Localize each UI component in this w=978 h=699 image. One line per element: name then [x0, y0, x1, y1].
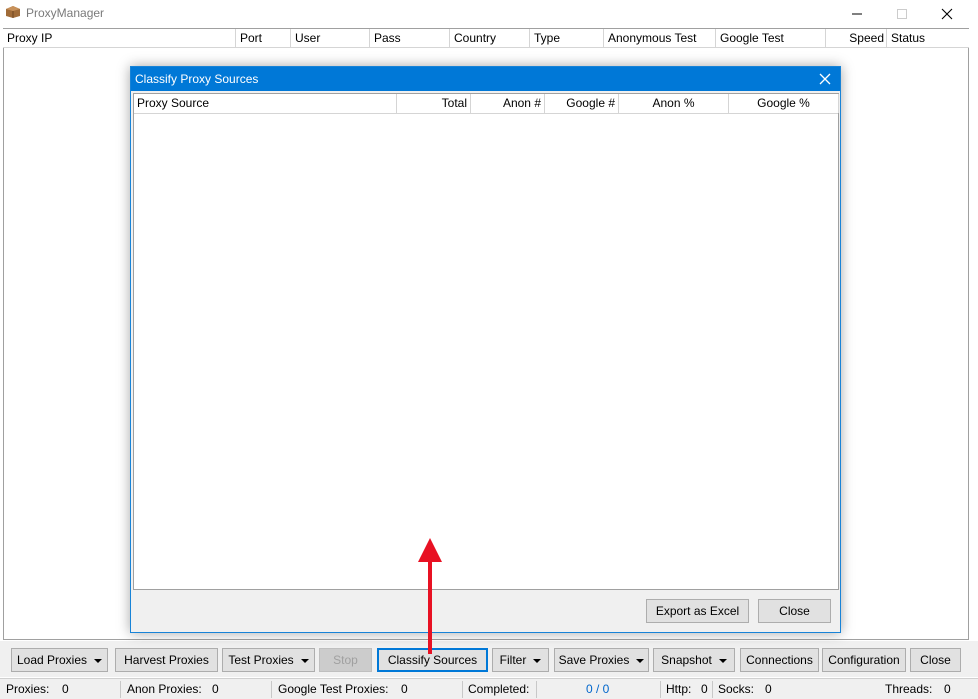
column-header-anon-count[interactable]: Anon # — [471, 94, 545, 113]
column-header-google-count[interactable]: Google # — [545, 94, 619, 113]
google-test-proxies-label: Google Test Proxies: — [278, 682, 389, 696]
column-header-country[interactable]: Country — [450, 29, 530, 48]
test-proxies-label: Test Proxies — [228, 653, 294, 667]
dialog-close-x-button[interactable] — [814, 68, 836, 90]
column-header-pass[interactable]: Pass — [370, 29, 450, 48]
dialog-title: Classify Proxy Sources — [135, 72, 259, 86]
dialog-title-bar[interactable]: Classify Proxy Sources — [131, 67, 840, 91]
proxies-count-value: 0 — [62, 682, 69, 696]
close-icon — [819, 73, 831, 85]
toolbar: Load Proxies Harvest Proxies Test Proxie… — [0, 641, 978, 677]
threads-value: 0 — [944, 682, 951, 696]
snapshot-label: Snapshot — [661, 653, 712, 667]
minimize-icon — [852, 13, 862, 14]
title-bar: ProxyManager — [0, 0, 978, 27]
filter-button[interactable]: Filter — [492, 648, 549, 672]
close-label: Close — [920, 653, 951, 667]
proxy-grid-header: Proxy IP Port User Pass Country Type Ano… — [3, 28, 969, 48]
socks-label: Socks: — [718, 682, 755, 696]
dialog-close-button[interactable]: Close — [758, 599, 831, 623]
dropdown-caret-icon — [94, 659, 103, 663]
socks-value: 0 — [765, 682, 772, 696]
minimize-button[interactable] — [834, 0, 880, 27]
column-header-proxy-ip[interactable]: Proxy IP — [3, 29, 236, 48]
column-header-port[interactable]: Port — [236, 29, 291, 48]
test-proxies-button[interactable]: Test Proxies — [222, 648, 315, 672]
column-header-speed[interactable]: Speed — [826, 29, 887, 48]
configuration-button[interactable]: Configuration — [822, 648, 906, 672]
column-header-google-test[interactable]: Google Test — [716, 29, 826, 48]
maximize-button[interactable] — [879, 0, 925, 27]
load-proxies-button[interactable]: Load Proxies — [11, 648, 108, 672]
column-header-type[interactable]: Type — [530, 29, 604, 48]
column-header-user[interactable]: User — [291, 29, 370, 48]
configuration-label: Configuration — [828, 653, 900, 667]
connections-label: Connections — [746, 653, 813, 667]
export-as-excel-button[interactable]: Export as Excel — [646, 599, 749, 623]
status-divider — [120, 681, 121, 698]
status-divider — [462, 681, 463, 698]
completed-value: 0 / 0 — [586, 682, 610, 696]
save-proxies-button[interactable]: Save Proxies — [554, 648, 649, 672]
completed-label: Completed: — [468, 682, 530, 696]
status-divider — [660, 681, 661, 698]
status-bar: Proxies: 0 Anon Proxies: 0 Google Test P… — [0, 678, 978, 699]
stop-label: Stop — [333, 653, 358, 667]
harvest-proxies-label: Harvest Proxies — [124, 653, 209, 667]
anon-proxies-label: Anon Proxies: — [127, 682, 202, 696]
harvest-proxies-button[interactable]: Harvest Proxies — [115, 648, 218, 672]
proxy-sources-header: Proxy Source Total Anon # Google # Anon … — [134, 94, 839, 114]
snapshot-button[interactable]: Snapshot — [653, 648, 735, 672]
connections-button[interactable]: Connections — [740, 648, 819, 672]
dropdown-caret-icon — [300, 659, 309, 663]
window-title: ProxyManager — [26, 6, 105, 20]
status-divider — [271, 681, 272, 698]
dropdown-caret-icon — [636, 659, 645, 663]
proxy-sources-list[interactable]: Proxy Source Total Anon # Google # Anon … — [133, 93, 839, 590]
status-divider — [536, 681, 537, 698]
column-header-google-percent[interactable]: Google % — [729, 94, 839, 113]
http-label: Http: — [666, 682, 692, 696]
column-header-proxy-source[interactable]: Proxy Source — [134, 94, 397, 113]
google-test-proxies-value: 0 — [401, 682, 408, 696]
anon-proxies-value: 0 — [212, 682, 219, 696]
annotation-arrow-icon — [418, 538, 442, 654]
proxies-count-label: Proxies: — [6, 682, 50, 696]
http-value: 0 — [701, 682, 708, 696]
dropdown-caret-icon — [718, 659, 727, 663]
load-proxies-label: Load Proxies — [16, 653, 88, 667]
window-close-button[interactable] — [924, 0, 970, 27]
maximize-icon — [897, 8, 907, 19]
save-proxies-label: Save Proxies — [558, 653, 630, 667]
column-header-status[interactable]: Status — [887, 29, 969, 48]
column-header-anonymous-test[interactable]: Anonymous Test — [604, 29, 716, 48]
threads-label: Threads: — [885, 682, 933, 696]
app-box-icon — [5, 5, 21, 19]
status-divider — [712, 681, 713, 698]
close-icon — [941, 8, 953, 19]
column-header-anon-percent[interactable]: Anon % — [619, 94, 729, 113]
classify-proxy-sources-dialog: Classify Proxy Sources Proxy Source Tota… — [130, 66, 841, 633]
close-button[interactable]: Close — [910, 648, 961, 672]
stop-button[interactable]: Stop — [319, 648, 372, 672]
dropdown-caret-icon — [533, 659, 542, 663]
column-header-total[interactable]: Total — [397, 94, 471, 113]
filter-label: Filter — [499, 653, 527, 667]
